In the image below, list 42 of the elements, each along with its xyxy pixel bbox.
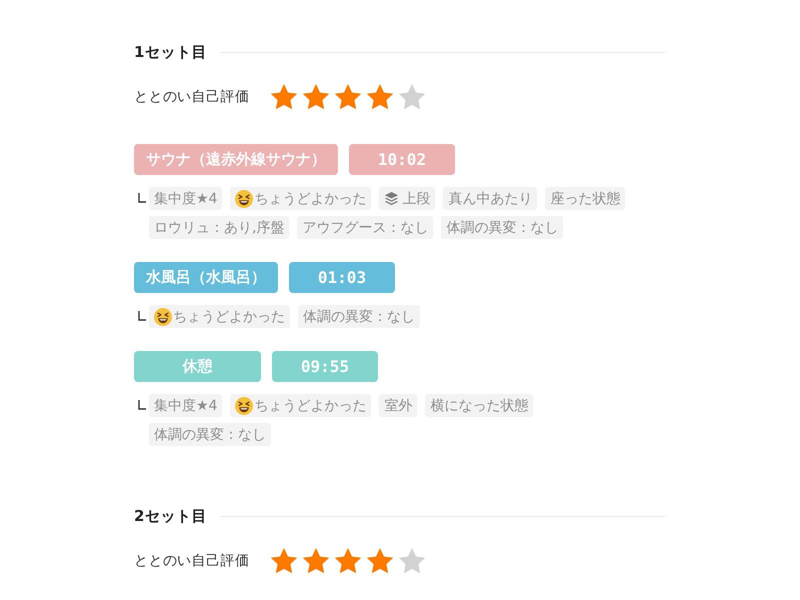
info-tag: 座った状態: [545, 187, 626, 210]
info-tag: 体調の異変：なし: [298, 305, 420, 328]
duration-chip: 01:03: [289, 262, 395, 293]
corner-icon: [138, 311, 146, 321]
laughing-face-icon: [154, 308, 172, 326]
star-icon: [333, 546, 364, 576]
star-icon: [269, 546, 300, 576]
star-icon: [397, 82, 428, 112]
set-title: 2セット目: [134, 506, 207, 526]
info-tag: 集中度★4: [149, 394, 222, 417]
activity-chip: サウナ（遠赤外線サウナ）: [134, 144, 338, 175]
info-tag: 体調の異変：なし: [149, 423, 271, 446]
star-icon: [301, 82, 332, 112]
laughing-face-icon: [235, 396, 254, 414]
star-icon: [397, 546, 428, 576]
duration-chip: 10:02: [349, 144, 455, 175]
info-tag: 横になった状態: [425, 394, 534, 417]
info-tag: 真ん中あたり: [443, 187, 538, 210]
tag-text: ちょうどよかった: [173, 308, 285, 326]
tag-text: ちょうどよかった: [254, 190, 366, 208]
layers-icon: [384, 191, 400, 206]
activity-chip: 水風呂（水風呂）: [134, 262, 278, 293]
star-icon: [269, 82, 300, 112]
activity-chip: 休憩: [134, 351, 261, 382]
star-icon: [365, 82, 396, 112]
info-tag: アウフグース：なし: [297, 216, 434, 239]
corner-icon: [138, 400, 146, 410]
set-title: 1セット目: [134, 42, 207, 62]
info-tag: 室外: [379, 394, 418, 417]
corner-icon: [138, 193, 146, 203]
rating-label: ととのい自己評価: [134, 88, 250, 106]
star-icon: [301, 546, 332, 576]
duration-chip: 09:55: [272, 351, 378, 382]
star-icon: [333, 82, 364, 112]
info-tag: ロウリュ：あり,序盤: [149, 216, 290, 239]
star-icon: [365, 546, 396, 576]
laughing-face-icon: [235, 190, 254, 208]
rating-label: ととのい自己評価: [134, 552, 250, 570]
info-tag: 集中度★4: [149, 187, 222, 210]
tag-text: ちょうどよかった: [254, 396, 366, 414]
info-tag: 体調の異変：なし: [441, 216, 564, 239]
tag-text: 上段: [402, 190, 430, 208]
